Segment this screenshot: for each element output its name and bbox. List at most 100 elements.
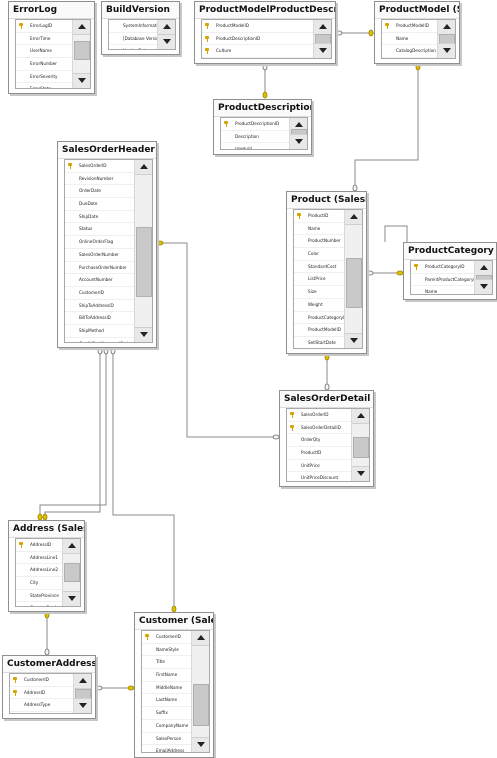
column-row[interactable]: ProductDescriptionID — [221, 118, 289, 131]
column-row[interactable]: SalesOrderDetailID — [287, 422, 351, 435]
column-row[interactable]: Culture — [202, 45, 313, 58]
scroll-up-icon[interactable] — [345, 210, 362, 225]
column-row[interactable]: RevisionNumber — [65, 173, 134, 186]
column-row[interactable]: AddressLine1 — [16, 552, 62, 565]
table-productmodel[interactable]: ProductModel (Sales ProductModelID Name Ca… — [374, 1, 460, 64]
scrollbar-thumb[interactable] — [74, 41, 90, 61]
scrollbar[interactable] — [157, 20, 175, 49]
scrollbar-thumb[interactable] — [64, 563, 80, 582]
table-address[interactable]: Address (SalesLT) AddressIDAddressLine1A… — [8, 520, 85, 612]
column-row[interactable]: CountryRegion — [16, 602, 62, 606]
scroll-down-icon[interactable] — [192, 737, 209, 752]
column-row[interactable]: ProductNumber — [294, 235, 344, 249]
column-row[interactable]: AddressID — [10, 687, 73, 700]
column-row[interactable]: ShipToAddressID — [65, 300, 134, 313]
scroll-up-icon[interactable] — [63, 539, 80, 554]
column-row[interactable]: ErrorState — [16, 83, 72, 88]
scrollbar-thumb[interactable] — [346, 257, 362, 309]
scrollbar[interactable] — [73, 674, 91, 713]
column-row[interactable]: StandardCost — [294, 261, 344, 274]
column-row[interactable]: Suffix — [142, 707, 191, 720]
scrollbar[interactable] — [191, 631, 209, 752]
scrollbar[interactable] — [289, 118, 307, 149]
scrollbar[interactable] — [62, 539, 80, 606]
column-row[interactable]: UnitPriceDiscount — [287, 472, 351, 481]
scroll-down-icon[interactable] — [345, 333, 362, 348]
column-row[interactable]: SalesOrderID — [287, 409, 351, 422]
scroll-down-icon[interactable] — [158, 34, 175, 49]
column-row[interactable]: CreditCardApprovalCode — [65, 338, 134, 342]
scroll-down-icon[interactable] — [314, 43, 331, 58]
column-row[interactable]: ProductDescriptionID — [202, 33, 313, 46]
column-row[interactable]: Name — [411, 286, 474, 294]
column-row[interactable]: SalesOrderID — [65, 160, 134, 173]
column-row[interactable]: ShipDate — [65, 211, 134, 224]
column-row[interactable]: Size — [294, 286, 344, 299]
column-row[interactable]: BillToAddressID — [65, 312, 134, 325]
table-product[interactable]: Product (SalesLT) ProductID Name ProductNu… — [286, 191, 367, 354]
column-row[interactable]: ProductModelID — [202, 20, 313, 33]
column-row[interactable]: ProductCategoryID — [294, 312, 344, 325]
column-row[interactable]: FirstName — [142, 669, 191, 682]
column-row[interactable]: ProductModelID — [294, 324, 344, 337]
column-row[interactable]: ProductID — [294, 210, 344, 223]
column-row[interactable]: AddressLine2 — [16, 564, 62, 578]
column-row[interactable]: SystemInformationID — [109, 20, 157, 33]
column-row[interactable]: City — [16, 577, 62, 590]
scroll-down-icon[interactable] — [74, 698, 91, 713]
scrollbar[interactable] — [313, 20, 331, 58]
scroll-up-icon[interactable] — [158, 20, 175, 35]
column-row[interactable]: SalesOrderNumber — [65, 249, 134, 262]
scroll-up-icon[interactable] — [73, 20, 90, 35]
column-row[interactable]: SalesPerson — [142, 733, 191, 746]
scroll-up-icon[interactable] — [438, 20, 455, 35]
table-productcategory[interactable]: ProductCategory (Sale ProductCategoryIDP… — [403, 242, 497, 300]
column-row[interactable]: CustomerID — [10, 674, 73, 687]
column-row[interactable]: AddressType — [10, 699, 73, 713]
column-row[interactable]: Name — [294, 223, 344, 236]
column-row[interactable]: AddressID — [16, 539, 62, 552]
column-row[interactable]: CustomerID — [65, 287, 134, 300]
column-row[interactable]: UnitPrice — [287, 460, 351, 473]
column-row[interactable]: CompanyName — [142, 720, 191, 733]
table-buildversion[interactable]: BuildVersion SystemInformationID [Databas… — [101, 1, 180, 55]
column-row[interactable]: CatalogDescription — [382, 45, 437, 58]
scroll-down-icon[interactable] — [63, 591, 80, 606]
scrollbar[interactable] — [72, 20, 90, 88]
column-row[interactable]: SellStartDate — [294, 337, 344, 348]
scroll-up-icon[interactable] — [314, 20, 331, 35]
column-row[interactable]: OrderDate — [65, 185, 134, 199]
table-salesorderheader[interactable]: SalesOrderHeader (Sale SalesOrderID Revis… — [57, 141, 157, 348]
column-row[interactable]: ProductID — [287, 447, 351, 460]
column-row[interactable]: Name — [382, 33, 437, 46]
column-row[interactable]: AccountNumber — [65, 274, 134, 287]
table-errorlog[interactable]: ErrorLog ErrorLogID ErrorTime UserName Erro… — [8, 1, 95, 94]
column-row[interactable]: PurchaseOrderNumber — [65, 262, 134, 275]
scroll-up-icon[interactable] — [74, 674, 91, 689]
column-row[interactable]: Status — [65, 223, 134, 237]
column-row[interactable]: CustomerID — [142, 631, 191, 644]
column-row[interactable]: ListPrice — [294, 273, 344, 287]
scroll-up-icon[interactable] — [192, 631, 209, 646]
scrollbar[interactable] — [474, 261, 492, 294]
scrollbar[interactable] — [134, 160, 152, 342]
column-row[interactable]: OrderQty — [287, 434, 351, 448]
scroll-down-icon[interactable] — [475, 279, 492, 294]
column-row[interactable]: DueDate — [65, 198, 134, 211]
column-row[interactable]: LastName — [142, 694, 191, 708]
scroll-up-icon[interactable] — [352, 409, 369, 424]
column-row[interactable]: ProductCategoryID — [411, 261, 474, 274]
scrollbar-thumb[interactable] — [193, 683, 209, 727]
scrollbar-thumb[interactable] — [136, 226, 152, 298]
column-row[interactable]: VersionDate — [109, 45, 157, 49]
column-row[interactable]: Title — [142, 656, 191, 670]
column-row[interactable]: ErrorLogID — [16, 20, 72, 33]
column-row[interactable]: Description — [221, 131, 289, 144]
column-row[interactable]: UserName — [16, 45, 72, 59]
table-salesorderdetail[interactable]: SalesOrderDetail (Sale SalesOrderIDSales… — [279, 390, 374, 487]
column-row[interactable]: [Database Version] — [109, 33, 157, 46]
scroll-up-icon[interactable] — [135, 160, 152, 175]
column-row[interactable]: MiddleName — [142, 682, 191, 695]
table-productdescription[interactable]: ProductDescription (Sale ProductDescript… — [213, 99, 312, 155]
column-row[interactable]: ShipMethod — [65, 325, 134, 338]
